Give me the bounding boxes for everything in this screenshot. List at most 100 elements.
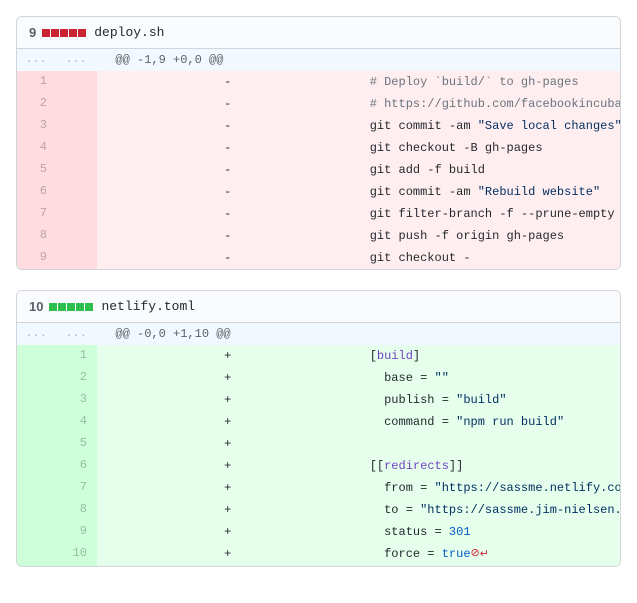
- line-num-new[interactable]: 6: [57, 455, 97, 477]
- diff-marker: +: [97, 433, 359, 455]
- code-cell[interactable]: git checkout -B gh-pages: [359, 137, 621, 159]
- code-cell[interactable]: to = "https://sassme.jim-nielsen.com/:sp…: [359, 499, 621, 521]
- code-cell[interactable]: git filter-branch -f --prune-empty --sub…: [359, 203, 621, 225]
- syntax-comment: # Deploy `build/` to gh-pages: [363, 75, 579, 89]
- line-num-old[interactable]: [17, 455, 57, 477]
- code-cell[interactable]: base = "": [359, 367, 621, 389]
- diffstat-square-del: [60, 29, 68, 37]
- diffstat-square-add: [67, 303, 75, 311]
- line-num-old[interactable]: [17, 543, 57, 566]
- syntax-num: 301: [449, 525, 471, 539]
- line-num-new[interactable]: [57, 115, 97, 137]
- code-cell[interactable]: [build]: [359, 345, 621, 367]
- file-header[interactable]: 9deploy.sh: [17, 17, 620, 49]
- diffstat-squares: [42, 29, 86, 37]
- code-cell[interactable]: # https://github.com/facebookincubator/c…: [359, 93, 621, 115]
- diff-line-del: 3- git commit -am "Save local changes": [17, 115, 620, 137]
- line-num-new[interactable]: 8: [57, 499, 97, 521]
- diff-marker: -: [97, 225, 359, 247]
- diff-marker: -: [97, 203, 359, 225]
- diff-line-del: 7 - git filter-branch -f --prune-empty --…: [17, 203, 620, 225]
- diffstat-square-add: [76, 303, 84, 311]
- code-cell[interactable]: # Deploy `build/` to gh-pages: [359, 71, 621, 93]
- line-num-old[interactable]: [17, 477, 57, 499]
- line-num-old: ...: [17, 49, 57, 71]
- diff-marker: +: [97, 477, 359, 499]
- line-num-old[interactable]: 5: [17, 159, 57, 181]
- diff-marker: -: [97, 137, 359, 159]
- line-num-new[interactable]: [57, 181, 97, 203]
- line-num-new[interactable]: [57, 203, 97, 225]
- line-num-old[interactable]: 2: [17, 93, 57, 115]
- line-num-old[interactable]: [17, 345, 57, 367]
- line-num-new[interactable]: [57, 225, 97, 247]
- line-num-new[interactable]: 7: [57, 477, 97, 499]
- line-num-new[interactable]: [57, 71, 97, 93]
- line-num-old[interactable]: [17, 367, 57, 389]
- diffstat-square-del: [51, 29, 59, 37]
- code-cell[interactable]: git checkout -: [359, 247, 621, 269]
- diff-line-add: 5+: [17, 433, 620, 455]
- line-num-new[interactable]: 9: [57, 521, 97, 543]
- line-num-new[interactable]: [57, 159, 97, 181]
- code-cell[interactable]: status = 301: [359, 521, 621, 543]
- diffstat-square-add: [49, 303, 57, 311]
- line-num-new[interactable]: [57, 137, 97, 159]
- line-num-old[interactable]: 1: [17, 71, 57, 93]
- diff-marker: -: [97, 93, 359, 115]
- line-num-new[interactable]: 4: [57, 411, 97, 433]
- hunk-header-row: ...... @@ -1,9 +0,0 @@: [17, 49, 620, 71]
- line-num-old[interactable]: [17, 433, 57, 455]
- file-header[interactable]: 10netlify.toml: [17, 291, 620, 323]
- diff-file: 10netlify.toml...... @@ -0,0 +1,10 @@1+ …: [16, 290, 621, 567]
- line-num-new[interactable]: 5: [57, 433, 97, 455]
- diff-line-add: 1+ [build]: [17, 345, 620, 367]
- diff-marker: -: [97, 181, 359, 203]
- code-cell[interactable]: git add -f build: [359, 159, 621, 181]
- line-num-old[interactable]: [17, 521, 57, 543]
- line-num-old[interactable]: 6: [17, 181, 57, 203]
- code-cell[interactable]: [[redirects]]: [359, 455, 621, 477]
- file-name-link[interactable]: netlify.toml: [101, 299, 195, 314]
- line-num-old[interactable]: 3: [17, 115, 57, 137]
- code-cell[interactable]: git push -f origin gh-pages: [359, 225, 621, 247]
- diff-line-add: 9+ status = 301: [17, 521, 620, 543]
- diff-line-del: 2 - # https://github.com/facebookincubato…: [17, 93, 620, 115]
- line-num-old[interactable]: 4: [17, 137, 57, 159]
- code-cell[interactable]: publish = "build": [359, 389, 621, 411]
- line-num-old[interactable]: 9: [17, 247, 57, 269]
- diff-line-add: 6+ [[redirects]]: [17, 455, 620, 477]
- line-num-old[interactable]: [17, 389, 57, 411]
- code-cell[interactable]: from = "https://sassme.netlify.com/*": [359, 477, 621, 499]
- diff-line-del: 9- git checkout -: [17, 247, 620, 269]
- line-num-new[interactable]: 3: [57, 389, 97, 411]
- diff-marker: +: [97, 367, 359, 389]
- syntax-str: "npm run build": [456, 415, 564, 429]
- code-cell[interactable]: git commit -am "Save local changes": [359, 115, 621, 137]
- diff-line-del: 6 - git commit -am "Rebuild website": [17, 181, 620, 203]
- line-num-new[interactable]: 2: [57, 367, 97, 389]
- line-num-old[interactable]: 8: [17, 225, 57, 247]
- line-num-new[interactable]: [57, 93, 97, 115]
- diff-marker: +: [97, 543, 359, 566]
- syntax-str: "": [435, 371, 449, 385]
- file-name-link[interactable]: deploy.sh: [94, 25, 164, 40]
- line-num-old[interactable]: [17, 499, 57, 521]
- hunk-header-text: @@ -0,0 +1,10 @@: [97, 323, 620, 345]
- diffstat-square-add: [85, 303, 93, 311]
- code-cell[interactable]: force = true⊘↵: [359, 543, 621, 566]
- code-cell[interactable]: [359, 433, 621, 455]
- diff-line-add: 8+ to = "https://sassme.jim-nielsen.com/…: [17, 499, 620, 521]
- code-cell[interactable]: command = "npm run build": [359, 411, 621, 433]
- diff-line-del: 5- git add -f build: [17, 159, 620, 181]
- diffstat-squares: [49, 303, 93, 311]
- line-num-new[interactable]: 10: [57, 543, 97, 566]
- line-num-old[interactable]: 7: [17, 203, 57, 225]
- diff-marker: -: [97, 71, 359, 93]
- code-cell[interactable]: git commit -am "Rebuild website": [359, 181, 621, 203]
- line-num-old[interactable]: [17, 411, 57, 433]
- diff-marker: +: [97, 455, 359, 477]
- line-num-new[interactable]: 1: [57, 345, 97, 367]
- diffstat-square-del: [69, 29, 77, 37]
- line-num-new[interactable]: [57, 247, 97, 269]
